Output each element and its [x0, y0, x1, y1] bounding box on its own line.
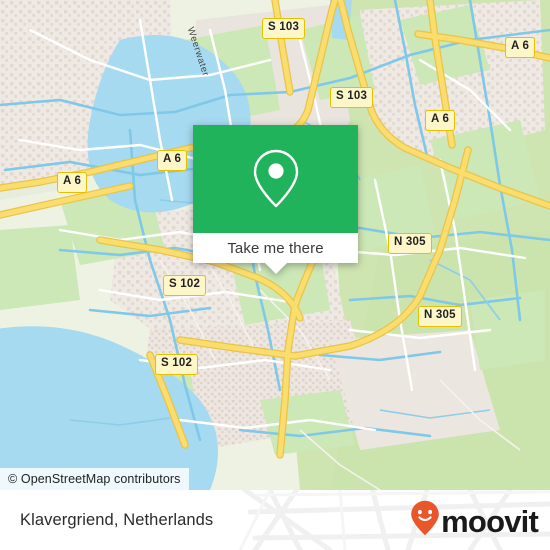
location-pin-icon: [252, 148, 300, 210]
moovit-wordmark: moovit: [441, 503, 539, 539]
take-me-there-label: Take me there: [227, 239, 324, 257]
road-shield-s103-north: S 103: [262, 18, 306, 39]
road-shield-a6-west: A 6: [57, 172, 88, 193]
location-callout-card[interactable]: Take me there: [193, 125, 358, 274]
moovit-smiley-pin-icon: [410, 500, 440, 541]
moovit-location-page: Weerwater S 103 S 103 A 6 A 6 A 6 A 6 N …: [0, 0, 550, 550]
moovit-logo[interactable]: moovit: [410, 490, 539, 550]
take-me-there-button[interactable]: Take me there: [193, 233, 358, 263]
page-title: Klavergriend, Netherlands: [20, 490, 213, 550]
road-shield-n305-upper: N 305: [388, 233, 432, 254]
road-shield-s102-upper: S 102: [163, 275, 207, 296]
road-shield-a6-center: A 6: [157, 150, 188, 171]
osm-attribution[interactable]: © OpenStreetMap contributors: [0, 468, 189, 490]
road-shield-s103-east: S 103: [330, 87, 374, 108]
page-title-text: Klavergriend, Netherlands: [20, 510, 214, 529]
road-shield-n305-lower: N 305: [418, 306, 462, 327]
card-pointer-tail: [264, 263, 287, 274]
osm-attribution-text: © OpenStreetMap contributors: [8, 472, 181, 486]
road-shield-a6-northeast: A 6: [505, 37, 536, 58]
road-shield-s102-lower: S 102: [155, 354, 199, 375]
card-header: [193, 125, 358, 233]
page-footer: Klavergriend, Netherlands moovit: [0, 490, 550, 550]
road-shield-a6-east: A 6: [425, 110, 456, 131]
